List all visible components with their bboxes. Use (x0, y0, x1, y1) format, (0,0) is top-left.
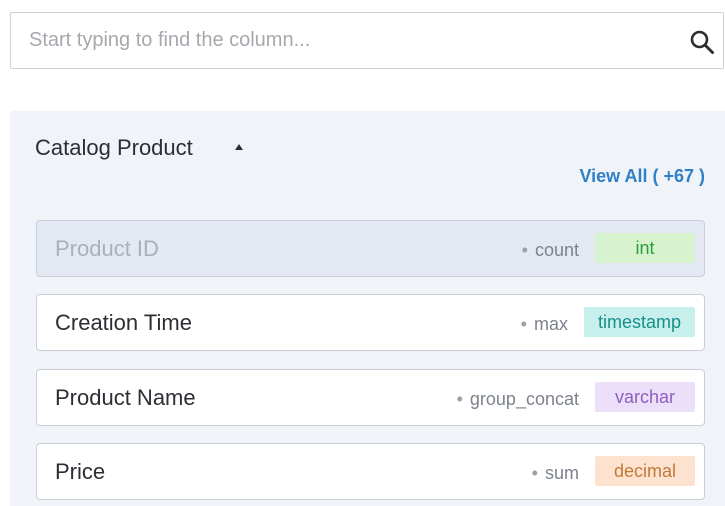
column-label: Product Name (55, 385, 196, 410)
aggregation-label: • group_concat (457, 389, 579, 410)
column-row-creation-time[interactable]: Creation Time • max timestamp (36, 294, 705, 351)
column-row-product-name[interactable]: Product Name • group_concat varchar (36, 369, 705, 426)
type-badge: varchar (595, 382, 695, 412)
column-row-product-id[interactable]: Product ID • count int (36, 220, 705, 277)
view-all-link[interactable]: View All ( +67 ) (579, 166, 705, 187)
bullet-icon: • (456, 389, 463, 409)
panel-title: Catalog Product (35, 135, 193, 160)
column-search-box[interactable] (10, 12, 724, 69)
column-label: Price (55, 459, 106, 484)
caret-up-icon[interactable] (234, 143, 244, 151)
aggregation-label: • max (521, 314, 568, 335)
aggregation-text: group_concat (469, 389, 579, 409)
catalog-product-panel: Catalog Product View All ( +67 ) Product… (10, 111, 725, 506)
search-icon[interactable] (689, 29, 715, 55)
aggregation-text: sum (544, 463, 579, 483)
column-label: Product ID (55, 236, 159, 261)
type-badge: timestamp (584, 307, 695, 337)
bullet-icon: • (531, 463, 538, 483)
column-label: Creation Time (55, 310, 192, 335)
bullet-icon: • (521, 240, 528, 260)
aggregation-label: • sum (532, 463, 579, 484)
type-badge: decimal (595, 456, 695, 486)
column-row-price[interactable]: Price • sum decimal (36, 443, 705, 500)
aggregation-label: • count (522, 240, 579, 261)
aggregation-text: count (534, 240, 579, 260)
bullet-icon: • (520, 314, 527, 334)
aggregation-text: max (533, 314, 568, 334)
type-badge: int (595, 233, 695, 263)
search-input[interactable] (11, 13, 723, 68)
